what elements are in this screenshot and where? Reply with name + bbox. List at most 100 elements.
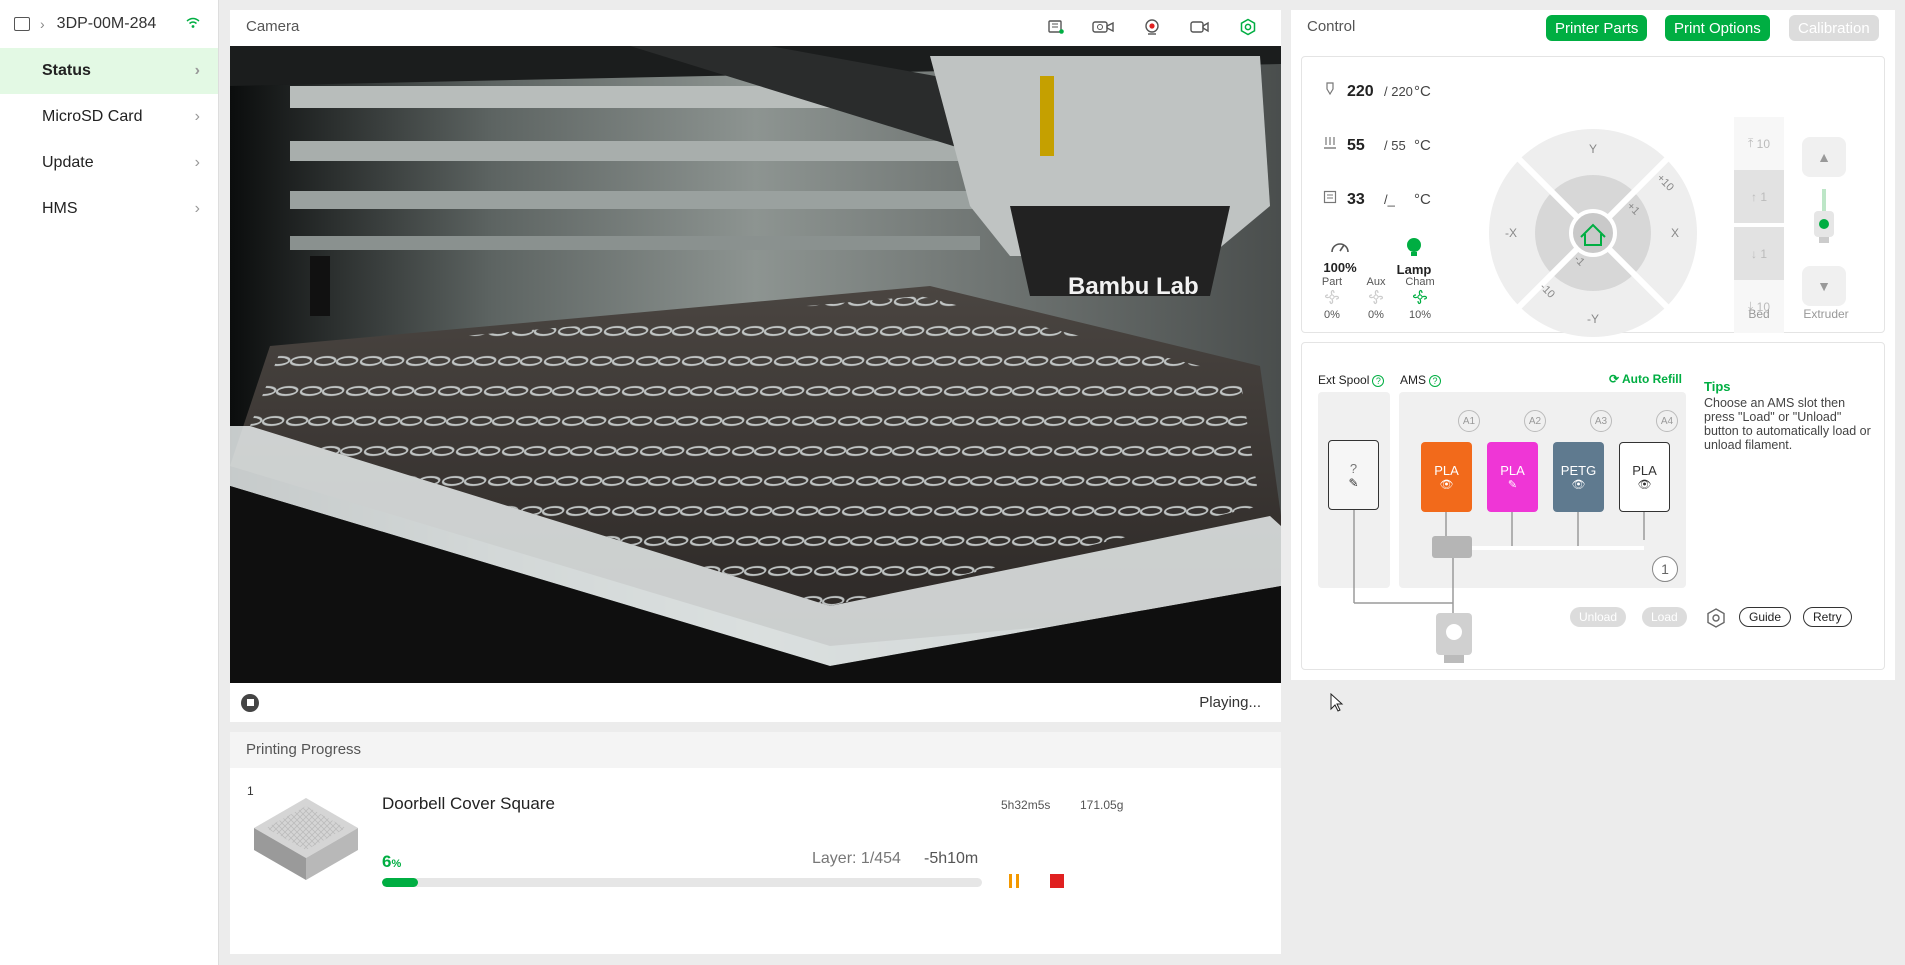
video-timelapse-icon[interactable] [1091,16,1117,38]
progress-bar [382,878,982,887]
camera-feed[interactable]: Bambu Lab [230,46,1281,683]
ams-slot-a2[interactable]: PLA ✎ [1487,442,1538,512]
webcam-icon[interactable] [1139,16,1165,38]
fan-part[interactable]: Part 0% [1314,276,1350,321]
lamp-toggle[interactable]: Lamp [1394,237,1434,277]
chevron-right-icon: › [194,154,200,171]
job-weight: 171.05g [1080,798,1124,812]
remaining-time: -5h10m [924,850,979,867]
extruder-up-button[interactable]: ▲ [1802,137,1846,177]
chevron-right-icon: › [194,200,200,217]
printing-progress-title: Printing Progress [246,741,362,758]
job-total-time: 5h32m5s [1001,798,1051,812]
auto-refill-icon: ⟳ [1609,372,1620,386]
tips-title: Tips [1704,379,1731,394]
ams-label: AMS? [1400,373,1442,387]
fan-chamber-value: 10% [1408,309,1432,321]
camera-settings-icon[interactable] [1235,16,1261,38]
bed-up-1-button[interactable]: ↑ 1 [1734,170,1784,223]
calibration-button[interactable]: Calibration [1789,15,1879,41]
bed-temp[interactable]: 55 / 55 °C [1323,136,1431,155]
unload-button[interactable]: Unload [1570,607,1627,627]
lamp-label: Lamp [1396,262,1432,277]
lamp-icon [1407,238,1421,256]
ext-spool-slot[interactable]: ? ✎ [1328,440,1379,510]
chamber-current: 33 [1347,191,1365,208]
nozzle-settings-icon[interactable] [1705,607,1727,629]
ext-spool-label: Ext Spool? [1318,373,1385,387]
extruder-label: Extruder [1803,307,1849,321]
slot-tag-a1: A1 [1458,410,1480,432]
sidebar-item-status[interactable]: Status › [0,48,218,94]
fan-part-value: 0% [1324,309,1340,321]
mouse-cursor-icon [1330,693,1344,712]
extruder-controls: ▲ ▼ [1802,137,1850,306]
nozzle-temp[interactable]: 220 / 220 °C [1323,82,1431,101]
ams-slot-a1[interactable]: PLA 👁 [1421,442,1472,512]
stop-button[interactable] [1050,874,1064,888]
chamber-temp: 33 /_ °C [1323,190,1431,209]
heatbed-icon [1323,136,1337,150]
help-icon[interactable]: ? [1429,375,1442,387]
extruder-icon [1814,189,1834,243]
fan-aux[interactable]: Aux 0% [1358,276,1394,321]
retry-button[interactable]: Retry [1803,607,1852,627]
guide-button[interactable]: Guide [1739,607,1792,627]
stop-stream-icon[interactable] [241,693,259,712]
slot-tag-a4: A4 [1656,410,1678,432]
bed-up-10-button[interactable]: ⤒ 10 [1734,117,1784,170]
bed-down-1-button[interactable]: ↓ 1 [1734,227,1784,280]
record-icon[interactable] [1187,16,1213,38]
pause-button[interactable] [1005,872,1023,890]
xy-jog-wheel[interactable]: Y -Y X -X +10 +1 -1 -10 [1487,127,1699,339]
fan-chamber[interactable]: Cham 10% [1402,276,1438,321]
sidebar-item-label: MicroSD Card [42,108,143,125]
chevron-right-icon: › [194,108,200,125]
sd-card-icon[interactable] [1043,16,1069,38]
speed-control[interactable]: 100% [1320,239,1360,275]
stream-status: Playing... [1199,694,1261,711]
edit-icon: ✎ [1348,475,1359,490]
bed-label: Bed [1748,307,1770,321]
bed-unit: °C [1414,137,1431,154]
edit-icon: ✎ [1507,479,1518,491]
printer-icon [14,17,30,31]
jog-y-label: Y [1589,142,1597,156]
help-icon[interactable]: ? [1372,375,1385,387]
fan-icon [1324,289,1340,305]
filament-path [1353,510,1645,663]
printing-progress-header: Printing Progress [230,732,1281,768]
fan-part-label: Part [1321,276,1343,288]
ams-slot-a4[interactable]: PLA 👁 [1619,442,1670,512]
sidebar-item-label: HMS [42,200,78,217]
auto-refill-link[interactable]: ⟳ Auto Refill [1609,372,1682,386]
chamber-target: /_ [1384,192,1395,207]
fan-chamber-label: Cham [1405,276,1435,288]
sidebar-item-label: Status [42,62,91,79]
printer-parts-button[interactable]: Printer Parts [1546,15,1648,41]
tips-text: Choose an AMS slot then press "Load" or … [1704,396,1871,452]
eye-icon: 👁 [1637,479,1652,491]
chamber-icon [1323,190,1337,204]
camera-title: Camera [246,18,300,35]
sidebar-item-microsd-card[interactable]: MicroSD Card › [0,94,218,140]
slot-material: PLA [1434,463,1459,478]
ams-slot-a3[interactable]: PETG 👁 [1553,442,1604,512]
sidebar-item-update[interactable]: Update › [0,140,218,186]
ams-unit-number: 1 [1652,556,1678,582]
extruder-down-button[interactable]: ▼ [1802,266,1846,306]
load-button[interactable]: Load [1642,607,1687,627]
device-header[interactable]: › 3DP-00M-284 [0,0,218,48]
control-title: Control [1307,18,1356,35]
print-options-button[interactable]: Print Options [1665,15,1770,41]
device-name: 3DP-00M-284 [56,15,157,32]
camera-toolbar [1043,16,1261,38]
bed-current: 55 [1347,137,1365,154]
jog-neg-y-label: -Y [1587,312,1599,326]
sidebar-item-hms[interactable]: HMS › [0,186,218,232]
model-thumbnail [252,796,360,886]
chevron-right-icon: › [194,62,200,79]
fan-aux-value: 0% [1368,309,1384,321]
eye-icon: 👁 [1571,479,1586,491]
bed-target: / 55 [1384,138,1406,153]
